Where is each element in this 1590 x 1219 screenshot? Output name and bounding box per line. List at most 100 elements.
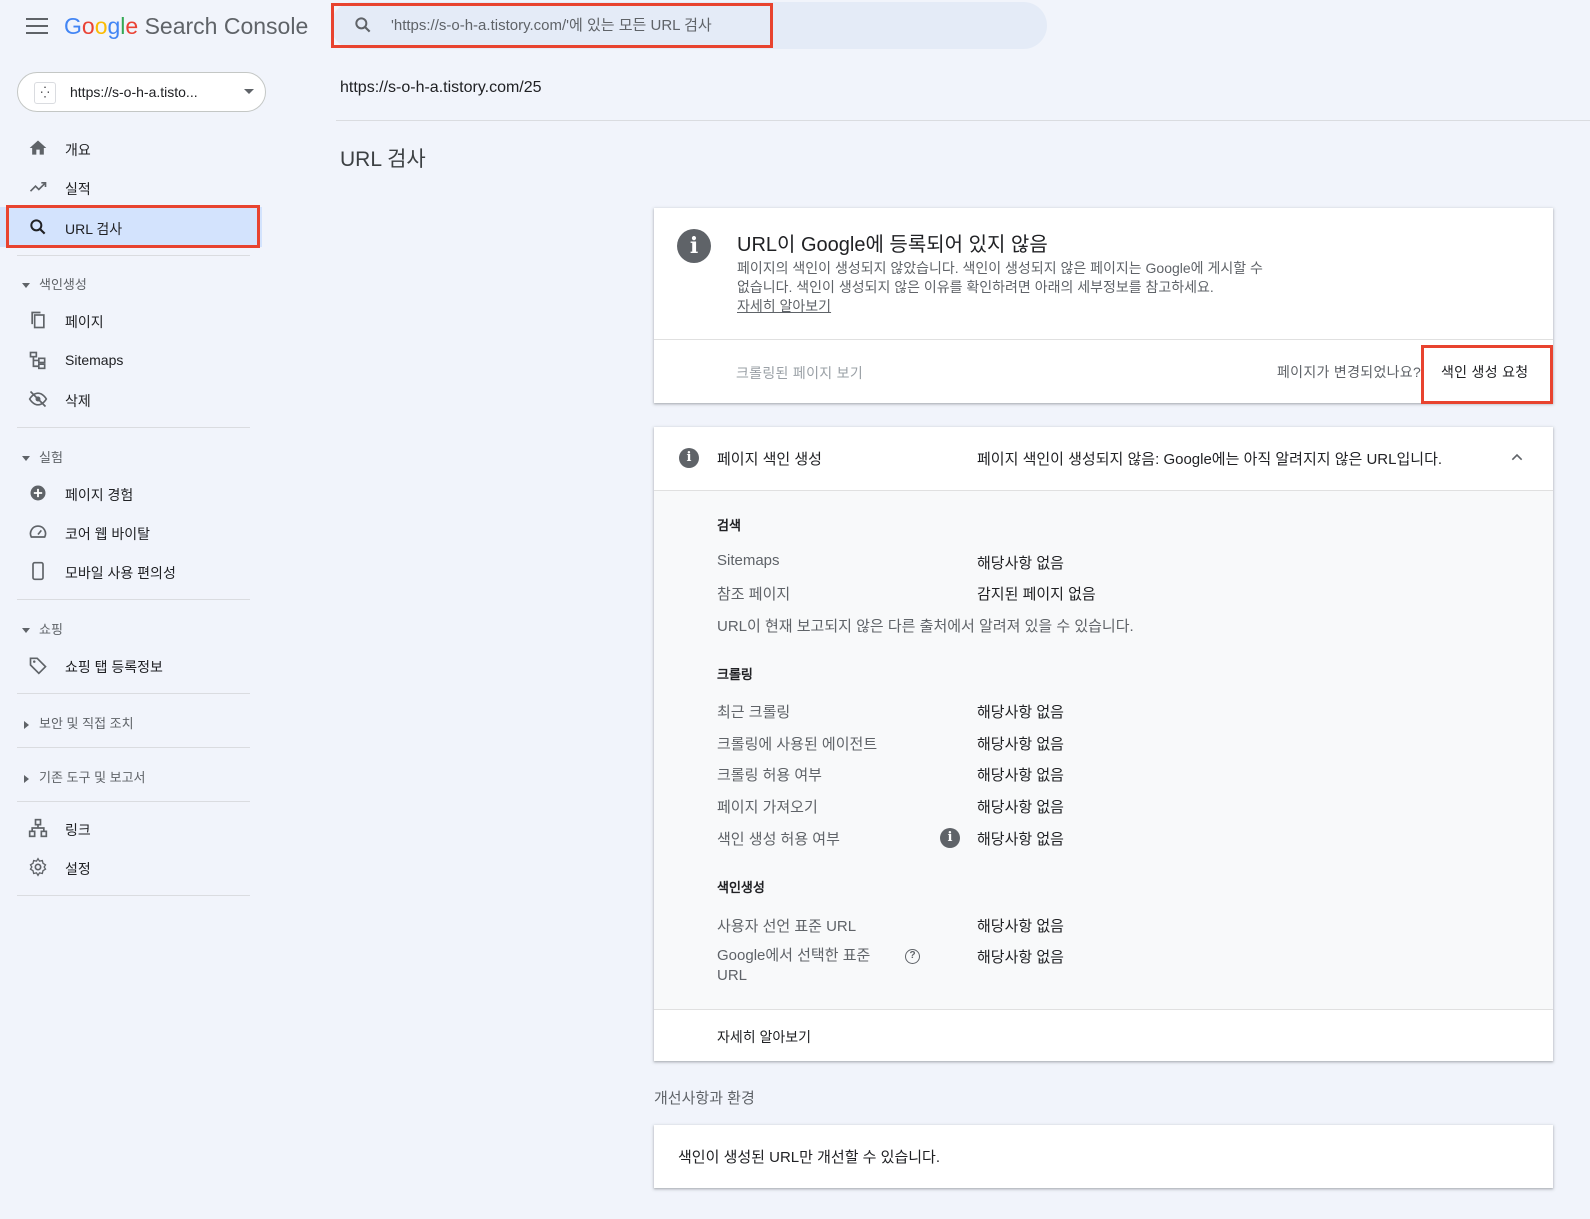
row-label-google-canonical: Google에서 선택한 표준 URL	[717, 946, 870, 986]
help-icon[interactable]: ?	[905, 949, 920, 964]
sidebar-item-page-experience[interactable]: 페이지 경험	[0, 473, 262, 513]
row-value-sitemaps: 해당사항 없음	[977, 555, 1064, 572]
indexing-summary: 페이지 색인이 생성되지 않음: Google에는 아직 알려지지 않은 URL…	[977, 451, 1443, 468]
sidebar-item-label: 코어 웹 바이탈	[65, 526, 151, 542]
row-label-last-crawl: 최근 크롤링	[717, 704, 791, 721]
group-title-crawl: 크롤링	[717, 667, 753, 682]
section-toggle-indexing[interactable]: 색인생성	[22, 274, 87, 293]
sidebar-item-removals[interactable]: 삭제	[0, 379, 262, 419]
caret-right-icon	[24, 720, 29, 729]
row-value-indexing-allowed: 해당사항 없음	[977, 831, 1064, 848]
row-label-indexing-allowed: 색인 생성 허용 여부	[717, 831, 840, 848]
section-toggle-shopping[interactable]: 쇼핑	[22, 619, 63, 638]
trending-up-icon	[29, 182, 47, 192]
learn-more-link[interactable]: 자세히 알아보기	[737, 297, 1317, 316]
sidebar-item-shopping-tab[interactable]: 쇼핑 탭 등록정보	[0, 645, 262, 685]
divider	[654, 1009, 1553, 1010]
divider	[17, 427, 250, 428]
section-toggle-experience[interactable]: 실험	[22, 447, 63, 466]
links-icon	[28, 818, 48, 838]
status-card: i URL이 Google에 등록되어 있지 않음 페이지의 색인이 생성되지 …	[654, 208, 1553, 403]
divider	[17, 599, 250, 600]
sidebar-item-label: 페이지	[65, 314, 104, 330]
sidebar-item-label: 모바일 사용 편의성	[65, 565, 176, 581]
wordmark-letter: e	[125, 13, 139, 39]
sidebar-item-mobile-usability[interactable]: 모바일 사용 편의성	[0, 551, 262, 591]
sidebar-item-url-inspection[interactable]: URL 검사	[0, 207, 262, 247]
page-title: URL 검사	[340, 148, 426, 171]
row-label-sitemaps: Sitemaps	[717, 552, 780, 569]
sidebar-item-links[interactable]: 링크	[0, 808, 262, 848]
sidebar-item-label: 개요	[65, 142, 91, 158]
caret-down-icon	[22, 283, 30, 289]
sidebar-item-performance[interactable]: 실적	[0, 167, 262, 207]
request-indexing-button[interactable]: 색인 생성 요청	[1441, 362, 1528, 382]
caret-down-icon	[22, 456, 30, 462]
group-title-discovery: 검색	[717, 518, 741, 533]
url-inspect-search-bar[interactable]	[331, 2, 1047, 49]
row-label-line: URL	[717, 967, 748, 984]
page-changed-prompt: 페이지가 변경되었나요?	[1277, 364, 1422, 380]
caret-down-icon	[22, 628, 30, 634]
enhancements-title: 개선사항과 환경	[654, 1090, 755, 1107]
view-crawled-page-button[interactable]: 크롤링된 페이지 보기	[736, 363, 863, 383]
search-icon	[30, 219, 46, 235]
divider	[336, 120, 1590, 121]
search-input[interactable]	[391, 14, 751, 36]
sidebar-item-settings[interactable]: 설정	[0, 847, 262, 887]
app-logo[interactable]: Google Search Console	[64, 13, 308, 40]
section-label: 기존 도구 및 보고서	[39, 770, 146, 785]
caret-down-icon	[244, 89, 254, 94]
divider	[17, 693, 250, 694]
caret-right-icon	[24, 774, 29, 783]
sidebar-item-core-web-vitals[interactable]: 코어 웹 바이탈	[0, 512, 262, 552]
row-value-user-canonical: 해당사항 없음	[977, 918, 1064, 935]
row-label-crawled-as: 크롤링에 사용된 에이전트	[717, 736, 878, 753]
divider	[654, 490, 1553, 491]
section-toggle-security[interactable]: 보안 및 직접 조치	[22, 713, 134, 732]
property-icon: ⁛	[34, 82, 56, 104]
row-value-referring: 감지된 페이지 없음	[977, 586, 1096, 603]
sidebar-item-label: 쇼핑 탭 등록정보	[65, 659, 163, 675]
sidebar-item-label: 실적	[65, 181, 91, 197]
row-label-referring: 참조 페이지	[717, 586, 791, 603]
section-label: 쇼핑	[39, 622, 63, 637]
search-icon	[355, 17, 371, 33]
copy-icon	[31, 311, 45, 329]
status-description: 페이지의 색인이 생성되지 않았습니다. 색인이 생성되지 않은 페이지는 Go…	[737, 259, 1317, 316]
row-value-google-canonical: 해당사항 없음	[977, 949, 1064, 966]
row-value-crawl-allowed: 해당사항 없음	[977, 767, 1064, 784]
eye-off-icon	[28, 390, 48, 408]
divider	[17, 255, 250, 256]
indexing-section-title[interactable]: 페이지 색인 생성	[717, 448, 822, 469]
section-toggle-legacy[interactable]: 기존 도구 및 보고서	[22, 767, 146, 786]
divider	[17, 801, 250, 802]
wordmark-letter: g	[107, 13, 121, 39]
section-label: 색인생성	[39, 277, 87, 292]
status-description-line: 없습니다. 색인이 생성되지 않은 이유를 확인하려면 아래의 세부정보를 참고…	[737, 279, 1214, 295]
sidebar-item-label: 삭제	[65, 393, 91, 409]
row-value-page-fetch: 해당사항 없음	[977, 799, 1064, 816]
gear-icon	[29, 857, 47, 877]
sidebar-item-overview[interactable]: 개요	[0, 128, 262, 168]
enhancements-note: 색인이 생성된 URL만 개선할 수 있습니다.	[678, 1149, 941, 1166]
info-icon[interactable]: i	[940, 828, 960, 848]
sidebar-item-label: 링크	[65, 822, 91, 838]
learn-more-button[interactable]: 자세히 알아보기	[717, 1027, 811, 1047]
chevron-up-icon[interactable]	[1509, 449, 1525, 465]
info-icon: i	[679, 448, 699, 468]
sidebar-item-sitemaps[interactable]: Sitemaps	[0, 340, 262, 380]
row-value-last-crawl: 해당사항 없음	[977, 704, 1064, 721]
divider	[17, 747, 250, 748]
google-wordmark: Google	[64, 13, 138, 39]
menu-icon[interactable]	[26, 18, 48, 36]
info-icon: i	[677, 229, 711, 263]
property-selector[interactable]: ⁛ https://s-o-h-a.tisto...	[17, 72, 266, 112]
sidebar-item-pages[interactable]: 페이지	[0, 300, 262, 340]
wordmark-letter: o	[94, 13, 108, 39]
group-title-indexing: 색인생성	[717, 880, 765, 895]
tag-icon	[29, 657, 47, 675]
row-label-page-fetch: 페이지 가져오기	[717, 799, 818, 816]
sidebar-item-label: Sitemaps	[65, 352, 124, 368]
section-label: 보안 및 직접 조치	[39, 716, 134, 731]
